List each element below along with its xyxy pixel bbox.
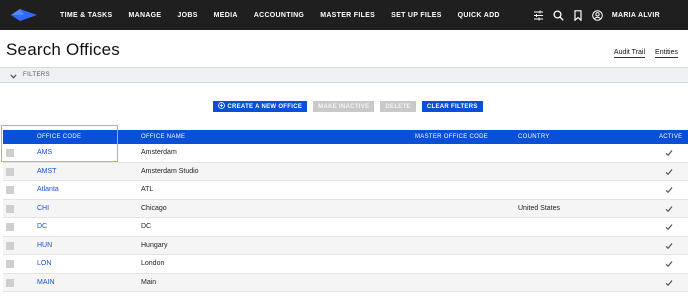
active-check-icon: [665, 260, 673, 270]
active-check-icon: [665, 205, 673, 215]
office-code-link[interactable]: Atlanta: [37, 186, 59, 193]
row-checkbox[interactable]: [6, 186, 14, 194]
column-master-office-code[interactable]: MASTER OFFICE CODE: [415, 134, 488, 140]
header-links: Audit Trail Entities: [613, 49, 678, 58]
row-checkbox[interactable]: [6, 260, 14, 268]
create-office-label: CREATE A NEW OFFICE: [227, 103, 303, 110]
create-office-button[interactable]: CREATE A NEW OFFICE: [213, 101, 308, 112]
audit-trail-link[interactable]: Audit Trail: [613, 49, 646, 58]
table-body: AMS Amsterdam AMST Amsterdam Studio Atlanta A…: [3, 144, 688, 292]
office-code-link[interactable]: LON: [37, 260, 51, 267]
clear-filters-button[interactable]: CLEAR FILTERS: [421, 101, 483, 112]
filters-label: FILTERS: [23, 72, 51, 78]
table-row[interactable]: DC DC: [3, 218, 688, 237]
nav-jobs[interactable]: JOBS: [169, 12, 205, 19]
entities-link[interactable]: Entities: [655, 49, 678, 58]
nav-accounting[interactable]: ACCOUNTING: [246, 12, 312, 19]
main-nav: TIME & TASKS MANAGE JOBS MEDIA ACCOUNTIN…: [48, 0, 508, 30]
delete-button[interactable]: DELETE: [380, 101, 416, 112]
office-name: Amsterdam: [141, 149, 177, 156]
office-country: United States: [518, 204, 561, 212]
office-name: Hungary: [141, 241, 168, 249]
plus-circle-icon: [218, 102, 226, 111]
column-office-name[interactable]: OFFICE NAME: [141, 134, 185, 140]
active-check-icon: [665, 168, 673, 178]
table-row[interactable]: CHI Chicago United States: [3, 199, 688, 218]
row-checkbox[interactable]: [6, 167, 14, 176]
office-code-link[interactable]: MAIN: [37, 279, 55, 286]
table-row[interactable]: AMST Amsterdam Studio: [3, 162, 688, 181]
top-navigation-bar: TIME & TASKS MANAGE JOBS MEDIA ACCOUNTIN…: [0, 0, 688, 30]
row-checkbox[interactable]: [6, 204, 14, 213]
table-row[interactable]: Atlanta ATL: [3, 181, 688, 200]
search-icon[interactable]: [553, 9, 564, 21]
office-name: Chicago: [141, 204, 167, 212]
chevron-down-icon: [10, 66, 17, 84]
filters-toggle[interactable]: FILTERS: [0, 67, 688, 83]
user-avatar-icon[interactable]: [592, 9, 603, 21]
office-name: ATL: [141, 186, 154, 193]
user-name[interactable]: MARIA ALVIR: [612, 12, 660, 19]
nav-master-files[interactable]: MASTER FILES: [312, 12, 383, 19]
table-row[interactable]: HUN Hungary: [3, 236, 688, 255]
table-row[interactable]: MAIN Main: [3, 273, 688, 292]
action-buttons: CREATE A NEW OFFICE MAKE INACTIVE DELETE…: [0, 101, 688, 112]
office-name: DC: [141, 223, 152, 230]
office-code-link[interactable]: AMST: [37, 168, 56, 175]
sliders-icon[interactable]: [533, 10, 544, 21]
column-active[interactable]: ACTIVE: [659, 134, 682, 140]
row-checkbox[interactable]: [6, 278, 14, 287]
active-check-icon: [665, 223, 673, 233]
nav-manage[interactable]: MANAGE: [120, 12, 169, 19]
office-name: London: [141, 260, 165, 267]
highlight-box: [1, 125, 118, 162]
nav-set-up-files[interactable]: SET UP FILES: [383, 12, 450, 19]
make-inactive-button[interactable]: MAKE INACTIVE: [313, 101, 375, 112]
office-name: Amsterdam Studio: [141, 167, 199, 175]
office-code-link[interactable]: HUN: [37, 242, 52, 249]
row-checkbox[interactable]: [6, 223, 14, 231]
column-country[interactable]: COUNTRY: [518, 134, 550, 140]
row-checkbox[interactable]: [6, 241, 14, 250]
active-check-icon: [665, 279, 673, 289]
page-title: Search Offices: [6, 40, 120, 59]
office-code-link[interactable]: DC: [37, 223, 47, 230]
diamond-logo-icon[interactable]: [0, 0, 48, 30]
active-check-icon: [665, 149, 673, 159]
nav-time-tasks[interactable]: TIME & TASKS: [48, 12, 120, 19]
table-row[interactable]: LON London: [3, 255, 688, 274]
office-name: Main: [141, 278, 157, 286]
active-check-icon: [665, 186, 673, 196]
nav-quick-add[interactable]: QUICK ADD: [450, 12, 508, 19]
office-code-link[interactable]: CHI: [37, 205, 49, 212]
bookmark-icon[interactable]: [573, 9, 583, 21]
active-check-icon: [665, 242, 673, 252]
top-right-controls: MARIA ALVIR: [533, 0, 688, 30]
nav-media[interactable]: MEDIA: [206, 12, 246, 19]
